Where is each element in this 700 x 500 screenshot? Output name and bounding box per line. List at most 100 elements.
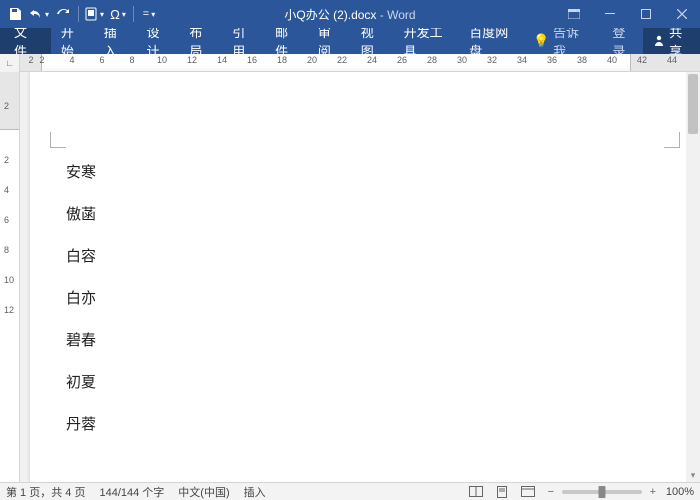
tab-file[interactable]: 文件 [0, 28, 51, 54]
scrollbar-vertical[interactable]: ▴ ▾ [686, 72, 700, 482]
ruler-v-number: 2 [4, 155, 9, 165]
tab-developer[interactable]: 开发工具 [394, 28, 460, 54]
ruler-v-number: 12 [4, 305, 14, 315]
symbol-button[interactable]: Ω▾ [107, 3, 129, 25]
margin-mark-top-right [664, 132, 680, 148]
window-title: 小Q办公 (2).docx - Word [284, 6, 415, 23]
ruler-v-number: 4 [4, 185, 9, 195]
ruler-h-number: 20 [307, 55, 317, 65]
ruler-h-track[interactable]: 2246810121416182022242628303234363840424… [20, 54, 700, 71]
tab-insert[interactable]: 插入 [94, 28, 137, 54]
close-button[interactable] [664, 0, 700, 28]
ribbon-display-button[interactable] [556, 0, 592, 28]
tab-references[interactable]: 引用 [222, 28, 265, 54]
status-language[interactable]: 中文(中国) [178, 484, 229, 500]
view-web-layout-button[interactable] [518, 485, 538, 499]
margin-mark-top-left [50, 132, 66, 148]
lightbulb-icon: 💡 [533, 33, 549, 49]
window-controls [556, 0, 700, 28]
ruler-h-number: 26 [397, 55, 407, 65]
ruler-h-number: 8 [129, 55, 134, 65]
ruler-tabstop-button[interactable]: ∟ [0, 54, 20, 72]
ruler-h-number: 28 [427, 55, 437, 65]
login-button[interactable]: 登录 [604, 28, 643, 54]
ruler-h-number: 18 [277, 55, 287, 65]
ruler-h-number: 42 [637, 55, 647, 65]
document-page[interactable]: 安寒傲菡白容白亦碧春初夏丹蓉 [30, 72, 700, 482]
status-word-count[interactable]: 144/144 个字 [99, 484, 164, 500]
ruler-h-number: 10 [157, 55, 167, 65]
ruler-v-number: 6 [4, 215, 9, 225]
zoom-slider-thumb[interactable] [598, 486, 605, 498]
tab-home[interactable]: 开始 [51, 28, 94, 54]
quick-access-toolbar: ▾ ▾ Ω▾ =▾ [0, 3, 164, 25]
ruler-h-number: 32 [487, 55, 497, 65]
zoom-slider-track[interactable] [562, 490, 642, 494]
zoom-out-button[interactable]: − [544, 486, 558, 498]
paragraph[interactable]: 丹蓉 [66, 416, 660, 434]
ruler-v-number: 8 [4, 245, 9, 255]
separator [133, 6, 134, 22]
paragraph[interactable]: 碧春 [66, 332, 660, 350]
tab-layout[interactable]: 布局 [179, 28, 222, 54]
status-page[interactable]: 第 1 页，共 4 页 [6, 484, 85, 500]
tab-baidu[interactable]: 百度网盘 [459, 28, 525, 54]
ruler-h-number: 6 [99, 55, 104, 65]
tell-me-search[interactable]: 💡 告诉我… [525, 28, 604, 54]
tab-mailings[interactable]: 邮件 [265, 28, 308, 54]
separator [78, 6, 79, 22]
zoom-in-button[interactable]: + [646, 486, 660, 498]
view-read-mode-button[interactable] [466, 485, 486, 499]
ruler-h-number: 30 [457, 55, 467, 65]
ruler-h-number: 14 [217, 55, 227, 65]
share-icon [653, 34, 665, 49]
work-area: 2 2 4 6 8 10 12 安寒傲菡白容白亦碧春初夏丹蓉 ▴ ▾ [0, 72, 700, 482]
scroll-down-arrow[interactable]: ▾ [686, 468, 700, 482]
ruler-v-number: 10 [4, 275, 14, 285]
document-body[interactable]: 安寒傲菡白容白亦碧春初夏丹蓉 [66, 164, 660, 458]
app-name: Word [387, 8, 415, 22]
scrollbar-thumb[interactable] [688, 74, 698, 134]
share-button[interactable]: 共享 [643, 28, 700, 54]
ruler-h-number: 16 [247, 55, 257, 65]
status-insert-mode[interactable]: 插入 [244, 484, 266, 500]
ruler-h-number: 24 [367, 55, 377, 65]
ruler-h-number: 40 [607, 55, 617, 65]
ruler-h-number: 2 [28, 55, 33, 65]
zoom-percentage[interactable]: 100% [666, 486, 694, 498]
paragraph[interactable]: 白容 [66, 248, 660, 266]
ribbon-tabs: 文件 开始 插入 设计 布局 引用 邮件 审阅 视图 开发工具 百度网盘 💡 告… [0, 28, 700, 54]
redo-button[interactable] [52, 3, 74, 25]
paragraph[interactable]: 初夏 [66, 374, 660, 392]
ruler-h-number: 34 [517, 55, 527, 65]
customize-qat-button[interactable]: =▾ [138, 3, 160, 25]
status-bar: 第 1 页，共 4 页 144/144 个字 中文(中国) 插入 − + 100… [0, 482, 700, 500]
ruler-vertical[interactable]: 2 2 4 6 8 10 12 [0, 72, 20, 482]
ruler-h-number: 44 [667, 55, 677, 65]
ruler-h-number: 12 [187, 55, 197, 65]
document-filename: 小Q办公 (2).docx [284, 8, 376, 22]
paragraph[interactable]: 傲菡 [66, 206, 660, 224]
title-bar: ▾ ▾ Ω▾ =▾ 小Q办公 (2).docx - Word [0, 0, 700, 28]
maximize-button[interactable] [628, 0, 664, 28]
tab-review[interactable]: 审阅 [308, 28, 351, 54]
paragraph[interactable]: 安寒 [66, 164, 660, 182]
ruler-h-number: 38 [577, 55, 587, 65]
ruler-h-number: 2 [39, 55, 44, 65]
ruler-v-number: 2 [4, 101, 9, 111]
paragraph[interactable]: 白亦 [66, 290, 660, 308]
page-viewport[interactable]: 安寒傲菡白容白亦碧春初夏丹蓉 ▴ ▾ [20, 72, 700, 482]
undo-button[interactable]: ▾ [28, 3, 50, 25]
ruler-h-number: 36 [547, 55, 557, 65]
status-right-group: − + 100% [466, 485, 694, 499]
tab-design[interactable]: 设计 [137, 28, 180, 54]
save-button[interactable] [4, 3, 26, 25]
view-print-layout-button[interactable] [492, 485, 512, 499]
tab-view[interactable]: 视图 [351, 28, 394, 54]
zoom-control: − + [544, 486, 660, 498]
ruler-h-number: 22 [337, 55, 347, 65]
touch-mode-button[interactable]: ▾ [83, 3, 105, 25]
minimize-button[interactable] [592, 0, 628, 28]
ruler-horizontal[interactable]: ∟ 22468101214161820222426283032343638404… [0, 54, 700, 72]
ruler-h-number: 4 [69, 55, 74, 65]
